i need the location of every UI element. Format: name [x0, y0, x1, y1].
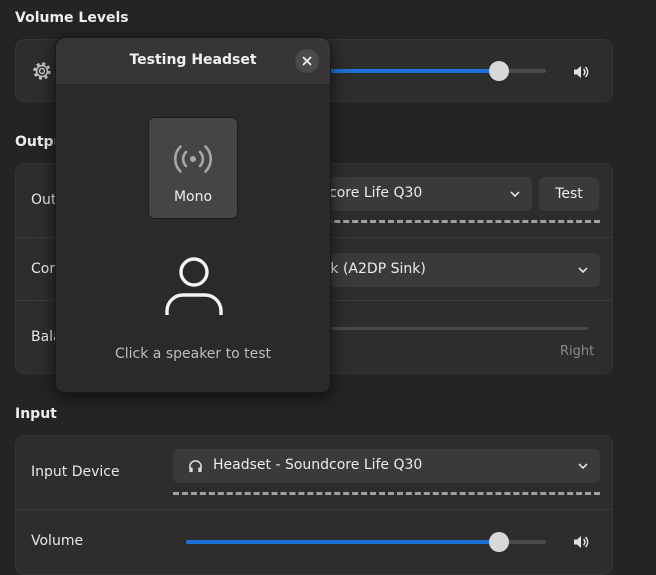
speaker-icon[interactable] [573, 64, 589, 80]
testing-headset-dialog: Testing Headset Mono Click a speaker to … [55, 37, 331, 393]
test-button[interactable]: Test [539, 177, 599, 211]
volume-levels-title: Volume Levels [15, 10, 129, 26]
gear-icon[interactable] [30, 59, 54, 83]
chevron-down-icon [578, 463, 588, 470]
broadcast-icon [173, 145, 213, 173]
person-icon [165, 257, 223, 315]
chevron-down-icon [510, 191, 520, 198]
dialog-header: Testing Headset [56, 38, 330, 85]
mono-speaker-button[interactable]: Mono [148, 117, 238, 219]
speaker-icon[interactable] [573, 534, 589, 550]
input-device-value: Headset - Soundcore Life Q30 [213, 457, 423, 473]
input-volume-knob[interactable] [489, 532, 509, 552]
chevron-down-icon [578, 267, 588, 274]
close-icon [302, 56, 312, 66]
headphones-icon [189, 460, 202, 473]
dialog-hint: Click a speaker to test [114, 346, 272, 362]
input-level-meter [173, 492, 600, 495]
input-volume-slider[interactable] [186, 532, 546, 552]
input-device-label: Input Device [31, 464, 120, 480]
balance-right-label: Right [560, 344, 595, 359]
input-volume-label: Volume [31, 533, 84, 549]
master-volume-knob[interactable] [489, 61, 509, 81]
mono-speaker-label: Mono [173, 189, 213, 205]
input-device-dropdown[interactable]: Headset - Soundcore Life Q30 [173, 449, 600, 483]
input-card: Input Device Headset - Soundcore Life Q3… [15, 435, 613, 575]
close-button[interactable] [295, 49, 319, 73]
input-title: Input [15, 406, 57, 422]
divider [16, 509, 612, 510]
input-volume-fill [186, 540, 499, 544]
dialog-title: Testing Headset [129, 52, 257, 68]
